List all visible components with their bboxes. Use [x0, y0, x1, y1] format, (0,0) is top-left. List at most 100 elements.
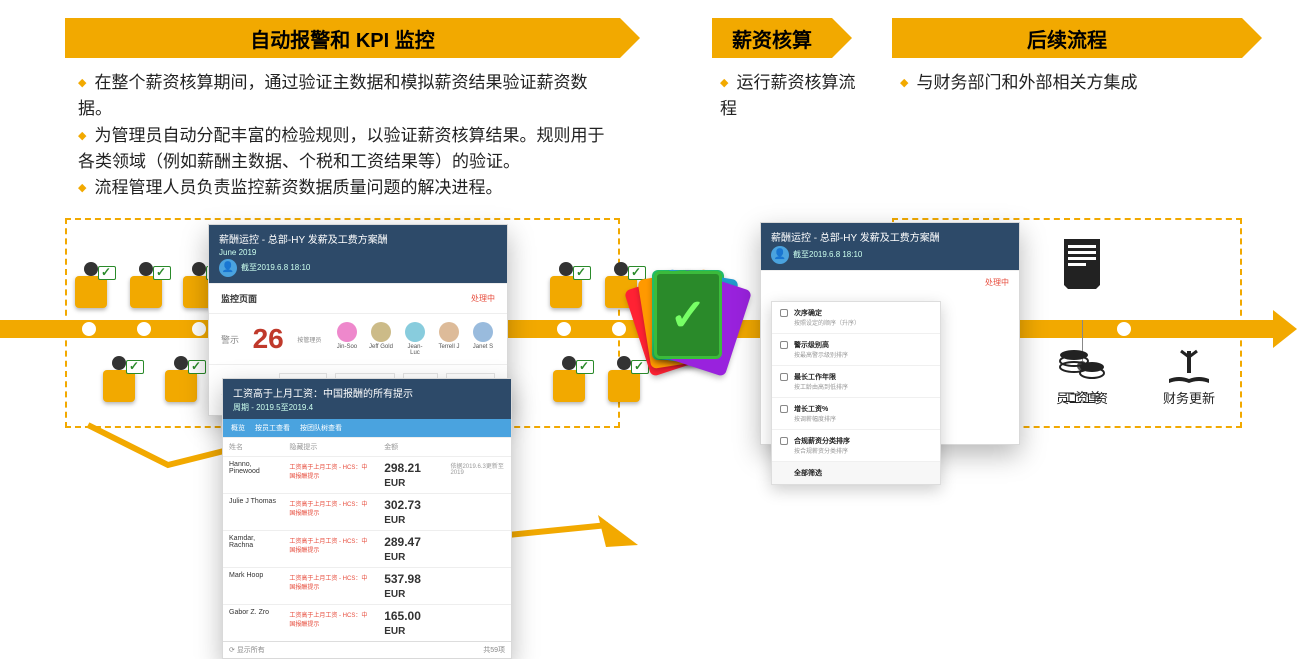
dropdown-footer[interactable]: 全部筛选 — [772, 461, 940, 484]
downstream-label: 财务更新 — [1155, 391, 1223, 407]
timeline-tick — [610, 320, 628, 338]
validator-icon — [160, 356, 202, 402]
cell-note: 依据2019.6.3更新至2019 — [444, 457, 511, 494]
person-name: Jin-Soo — [337, 344, 357, 350]
person-name: Terrell J — [438, 344, 459, 350]
item-title: 警示级别高 — [794, 340, 848, 350]
person-name: Janet S — [473, 344, 493, 350]
item-title: 最长工作年限 — [794, 372, 848, 382]
dropdown-item[interactable]: 警示级别高按最高警示级别排序 — [772, 333, 940, 365]
downstream-label: 员工工资 — [1048, 391, 1116, 407]
avatar-icon — [371, 322, 391, 342]
bullets-monitoring: 在整个薪资核算期间，通过验证主数据和模拟薪资结果验证薪资数据。 为管理员自动分配… — [78, 70, 618, 202]
downstream-payslip: 工资单 — [1048, 235, 1116, 289]
user-avatar-icon: 👤 — [771, 246, 789, 264]
bullet-item: 在整个薪资核算期间，通过验证主数据和模拟薪资结果验证薪资数据。 — [78, 70, 618, 123]
dropdown-item[interactable]: 次序确定按照设定的顺序（升序） — [772, 302, 940, 333]
timeline-tick — [135, 320, 153, 338]
downstream-finance-update: 财务更新 — [1155, 345, 1223, 399]
timeline-tick — [1115, 320, 1133, 338]
tab[interactable]: 按员工查看 — [255, 423, 290, 433]
cell-link[interactable]: 工资高于上月工资 - HCS：中国报酬提示 — [289, 462, 372, 480]
cell-unit: EUR — [384, 626, 405, 637]
item-title: 合规薪资分类排序 — [794, 436, 850, 446]
avatar-icon — [473, 322, 493, 342]
item-title: 次序确定 — [794, 308, 860, 318]
bullets-payroll: 运行薪资核算流程 — [720, 70, 860, 123]
cell-name: Julie J Thomas — [223, 494, 283, 531]
cell-name: Hanno, Pinewood — [223, 457, 283, 494]
cell-amount: 537.98 — [384, 572, 421, 586]
cell-amount: 289.47 — [384, 535, 421, 549]
checkbox-icon[interactable] — [780, 437, 788, 445]
dropdown-item[interactable]: 合规薪资分类排序按合规薪资分类排序 — [772, 429, 940, 461]
document-stack-icon — [630, 270, 750, 380]
screenshot-dropdown: 薪酬运控 - 总部-HY 发薪及工费方案酬 👤截至2019.6.8 18:10 … — [760, 222, 1020, 445]
cell-link[interactable]: 工资高于上月工资 - HCS：中国报酬提示 — [289, 499, 372, 517]
validator-icon — [545, 262, 587, 308]
drop-asof: 截至2019.6.8 18:10 — [793, 250, 862, 259]
banner-3-text: 后续流程 — [1027, 24, 1107, 53]
cell-name: Gabor Z. Zro — [223, 605, 283, 642]
timeline-tick — [80, 320, 98, 338]
item-title: 增长工资% — [794, 404, 836, 414]
payslip-icon — [1056, 235, 1108, 289]
bullets-downstream: 与财务部门和外部相关方集成 — [900, 70, 1160, 96]
table-crumb: 周期 - 2019.5至2019.4 — [233, 402, 501, 413]
alert-people: Jin-Soo Jeff Gold Jean-Luc Terrell J Jan… — [335, 322, 495, 356]
dash-title: 薪酬运控 - 总部-HY 发薪及工费方案酬 — [219, 231, 497, 246]
person-name: Jean-Luc — [407, 344, 422, 356]
validator-icon — [70, 262, 112, 308]
cell-link[interactable]: 工资高于上月工资 - HCS：中国报酬提示 — [289, 610, 372, 628]
drop-title: 薪酬运控 - 总部-HY 发薪及工费方案酬 — [771, 229, 1009, 244]
cell-unit: EUR — [384, 515, 405, 526]
cell-amount: 302.73 — [384, 498, 421, 512]
sort-dropdown[interactable]: 次序确定按照设定的顺序（升序） 警示级别高按最高警示级别排序 最长工作年限按工龄… — [771, 301, 941, 485]
col-head: 隐藏提示 — [283, 438, 378, 457]
item-sub: 按合规薪资分类排序 — [794, 446, 850, 455]
cell-link[interactable]: 工资高于上月工资 - HCS：中国报酬提示 — [289, 573, 372, 591]
user-avatar-icon: 👤 — [219, 259, 237, 277]
footer-left[interactable]: 显示所有 — [237, 647, 265, 654]
banner-1-text: 自动报警和 KPI 监控 — [250, 24, 434, 53]
tab[interactable]: 概览 — [231, 423, 245, 433]
avatar-icon — [405, 322, 425, 342]
downstream-employee-pay: 员工工资 — [1048, 345, 1116, 399]
col-head: 姓名 — [223, 438, 283, 457]
screenshot-table: 工资高于上月工资：中国报酬的所有提示 周期 - 2019.5至2019.4 概览… — [222, 378, 512, 659]
item-sub: 按调薪幅度排序 — [794, 414, 836, 423]
table-row: Mark Hoop 工资高于上月工资 - HCS：中国报酬提示 537.98 EUR — [223, 568, 511, 605]
checkbox-icon[interactable] — [780, 309, 788, 317]
alert-sub: 按管理员 — [297, 335, 321, 344]
checkbox-icon[interactable] — [780, 373, 788, 381]
cell-unit: EUR — [384, 589, 405, 600]
alert-count: 26 — [253, 323, 284, 355]
col-head: 金额 — [378, 438, 444, 457]
cell-link[interactable]: 工资高于上月工资 - HCS：中国报酬提示 — [289, 536, 372, 554]
timeline-tick — [190, 320, 208, 338]
cell-name: Mark Hoop — [223, 568, 283, 605]
item-sub: 按最高警示级别排序 — [794, 350, 848, 359]
banner-payroll: 薪资核算 — [712, 18, 832, 58]
cell-name: Kamdar, Rachna — [223, 531, 283, 568]
cell-unit: EUR — [384, 478, 405, 489]
dropdown-item[interactable]: 增长工资%按调薪幅度排序 — [772, 397, 940, 429]
tab[interactable]: 按团队树查看 — [300, 423, 342, 433]
checkbox-icon[interactable] — [780, 405, 788, 413]
bullet-item: 为管理员自动分配丰富的检验规则，以验证薪资核算结果。规则用于各类领域（例如薪酬主… — [78, 123, 618, 176]
footer-right: 共59项 — [483, 645, 505, 655]
dash-section-label: 监控页面 — [221, 292, 257, 305]
checkbox-icon[interactable] — [780, 341, 788, 349]
item-title: 全部筛选 — [794, 468, 822, 478]
alerts-table: 姓名隐藏提示金额 Hanno, Pinewood 工资高于上月工资 - HCS：中… — [223, 437, 511, 641]
timeline-tick — [555, 320, 573, 338]
banner-auto-alert: 自动报警和 KPI 监控 — [65, 18, 620, 58]
table-title: 工资高于上月工资：中国报酬的所有提示 — [233, 385, 501, 400]
avatar-icon — [337, 322, 357, 342]
table-row: Hanno, Pinewood工资高于上月工资 - HCS：中国报酬提示298.… — [223, 457, 511, 494]
dropdown-item[interactable]: 最长工作年限按工龄由高到低排序 — [772, 365, 940, 397]
drop-status: 处理中 — [985, 277, 1009, 288]
validator-icon — [548, 356, 590, 402]
bullet-item: 运行薪资核算流程 — [720, 70, 860, 123]
table-tabs: 概览 按员工查看 按团队树查看 — [223, 419, 511, 437]
